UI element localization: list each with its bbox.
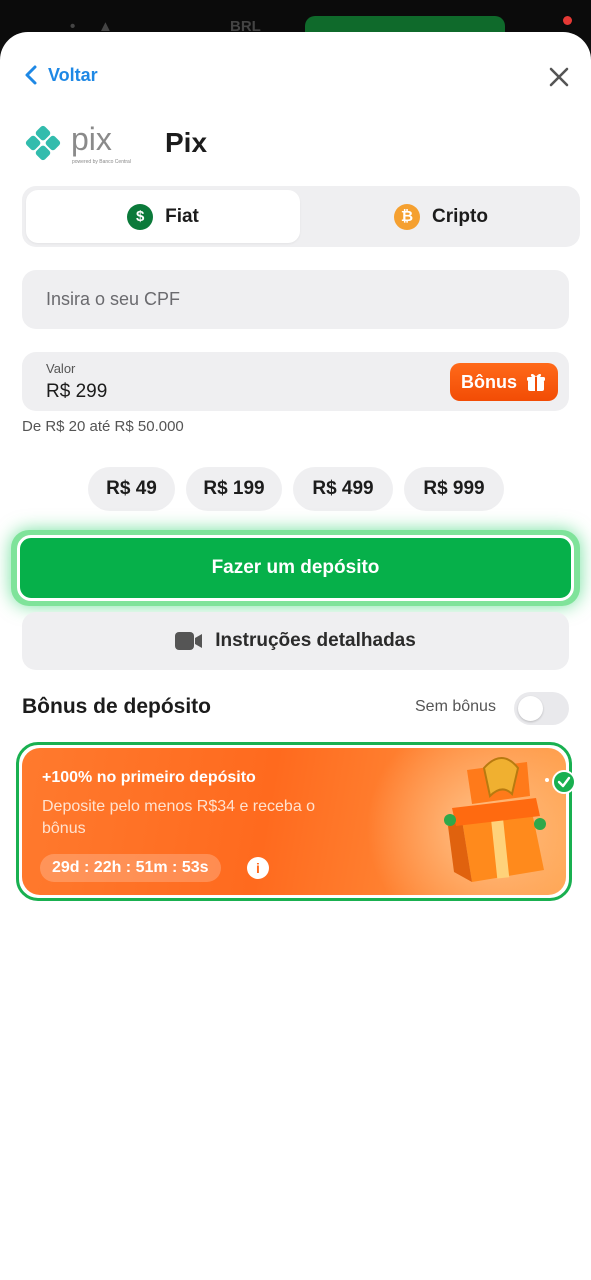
no-bonus-toggle[interactable] — [514, 692, 569, 725]
bonus-button-label: Bônus — [461, 371, 517, 392]
amount-value: R$ 299 — [46, 381, 108, 402]
bitcoin-icon: ₿ — [394, 203, 421, 230]
payment-method-header: pix powered by Banco Central Pix — [22, 120, 207, 166]
bonus-countdown-timer: 29d : 22h : 51m : 53s — [40, 854, 221, 882]
no-bonus-label: Sem bônus — [415, 698, 496, 715]
amount-label: Valor — [46, 361, 76, 376]
gift-box-illustration — [444, 757, 549, 882]
chevron-left-icon — [25, 65, 37, 85]
bonus-offer-description: Deposite pelo menos R$34 e receba o bônu… — [42, 798, 316, 837]
amount-field[interactable]: Valor R$ 299 Bônus — [22, 352, 569, 411]
quick-amount-chip[interactable]: R$ 999 — [404, 467, 504, 511]
bonus-offer-headline: +100% no primeiro depósito — [42, 769, 256, 786]
deposit-sheet: Voltar pix powered by Banco Central Pix … — [0, 32, 591, 1280]
back-button[interactable]: Voltar — [22, 64, 98, 86]
deposit-button[interactable]: Fazer um depósito — [17, 535, 574, 601]
cpf-placeholder: Insira o seu CPF — [46, 289, 181, 309]
quick-amount-chip[interactable]: R$ 199 — [186, 467, 282, 511]
deposit-button-outline: Fazer um depósito — [11, 530, 580, 606]
quick-amounts: R$ 49 R$ 199 R$ 499 R$ 999 — [0, 467, 591, 511]
close-icon[interactable] — [546, 64, 572, 90]
payment-method-title: Pix — [165, 127, 208, 158]
tab-fiat[interactable]: $ Fiat — [26, 190, 300, 243]
currency-type-tabs: $ Fiat ₿ Cripto — [22, 186, 580, 247]
tab-cripto[interactable]: ₿ Cripto — [306, 190, 576, 243]
dollar-icon: $ — [127, 203, 154, 230]
quick-amount-chip[interactable]: R$ 499 — [293, 467, 393, 511]
amount-range-hint: De R$ 20 até R$ 50.000 — [22, 418, 184, 435]
quick-amount-chip[interactable]: R$ 49 — [88, 467, 175, 511]
tab-cripto-label: Cripto — [432, 205, 488, 227]
pix-logo-subtext: powered by Banco Central — [72, 159, 131, 165]
gift-icon — [527, 373, 545, 391]
instructions-label: Instruções detalhadas — [215, 630, 416, 651]
checkmark-icon — [557, 776, 571, 788]
back-label: Voltar — [48, 64, 98, 85]
bonus-offer-banner: +100% no primeiro depósito Deposite pelo… — [22, 748, 566, 895]
bonus-offer-card[interactable]: +100% no primeiro depósito Deposite pelo… — [16, 742, 572, 901]
tab-fiat-label: Fiat — [165, 205, 199, 227]
selected-check-icon — [552, 770, 576, 794]
bonus-section-title: Bônus de depósito — [22, 695, 211, 718]
cpf-input[interactable]: Insira o seu CPF — [22, 270, 569, 329]
info-icon[interactable]: i — [247, 857, 269, 879]
instructions-button[interactable]: Instruções detalhadas — [22, 612, 569, 670]
bonus-button[interactable]: Bônus — [450, 363, 558, 401]
notification-dot — [563, 16, 572, 25]
pix-logo: pix powered by Banco Central — [25, 121, 131, 165]
video-camera-icon — [175, 632, 203, 650]
toggle-knob — [518, 696, 543, 721]
pix-logo-text: pix — [71, 121, 112, 157]
